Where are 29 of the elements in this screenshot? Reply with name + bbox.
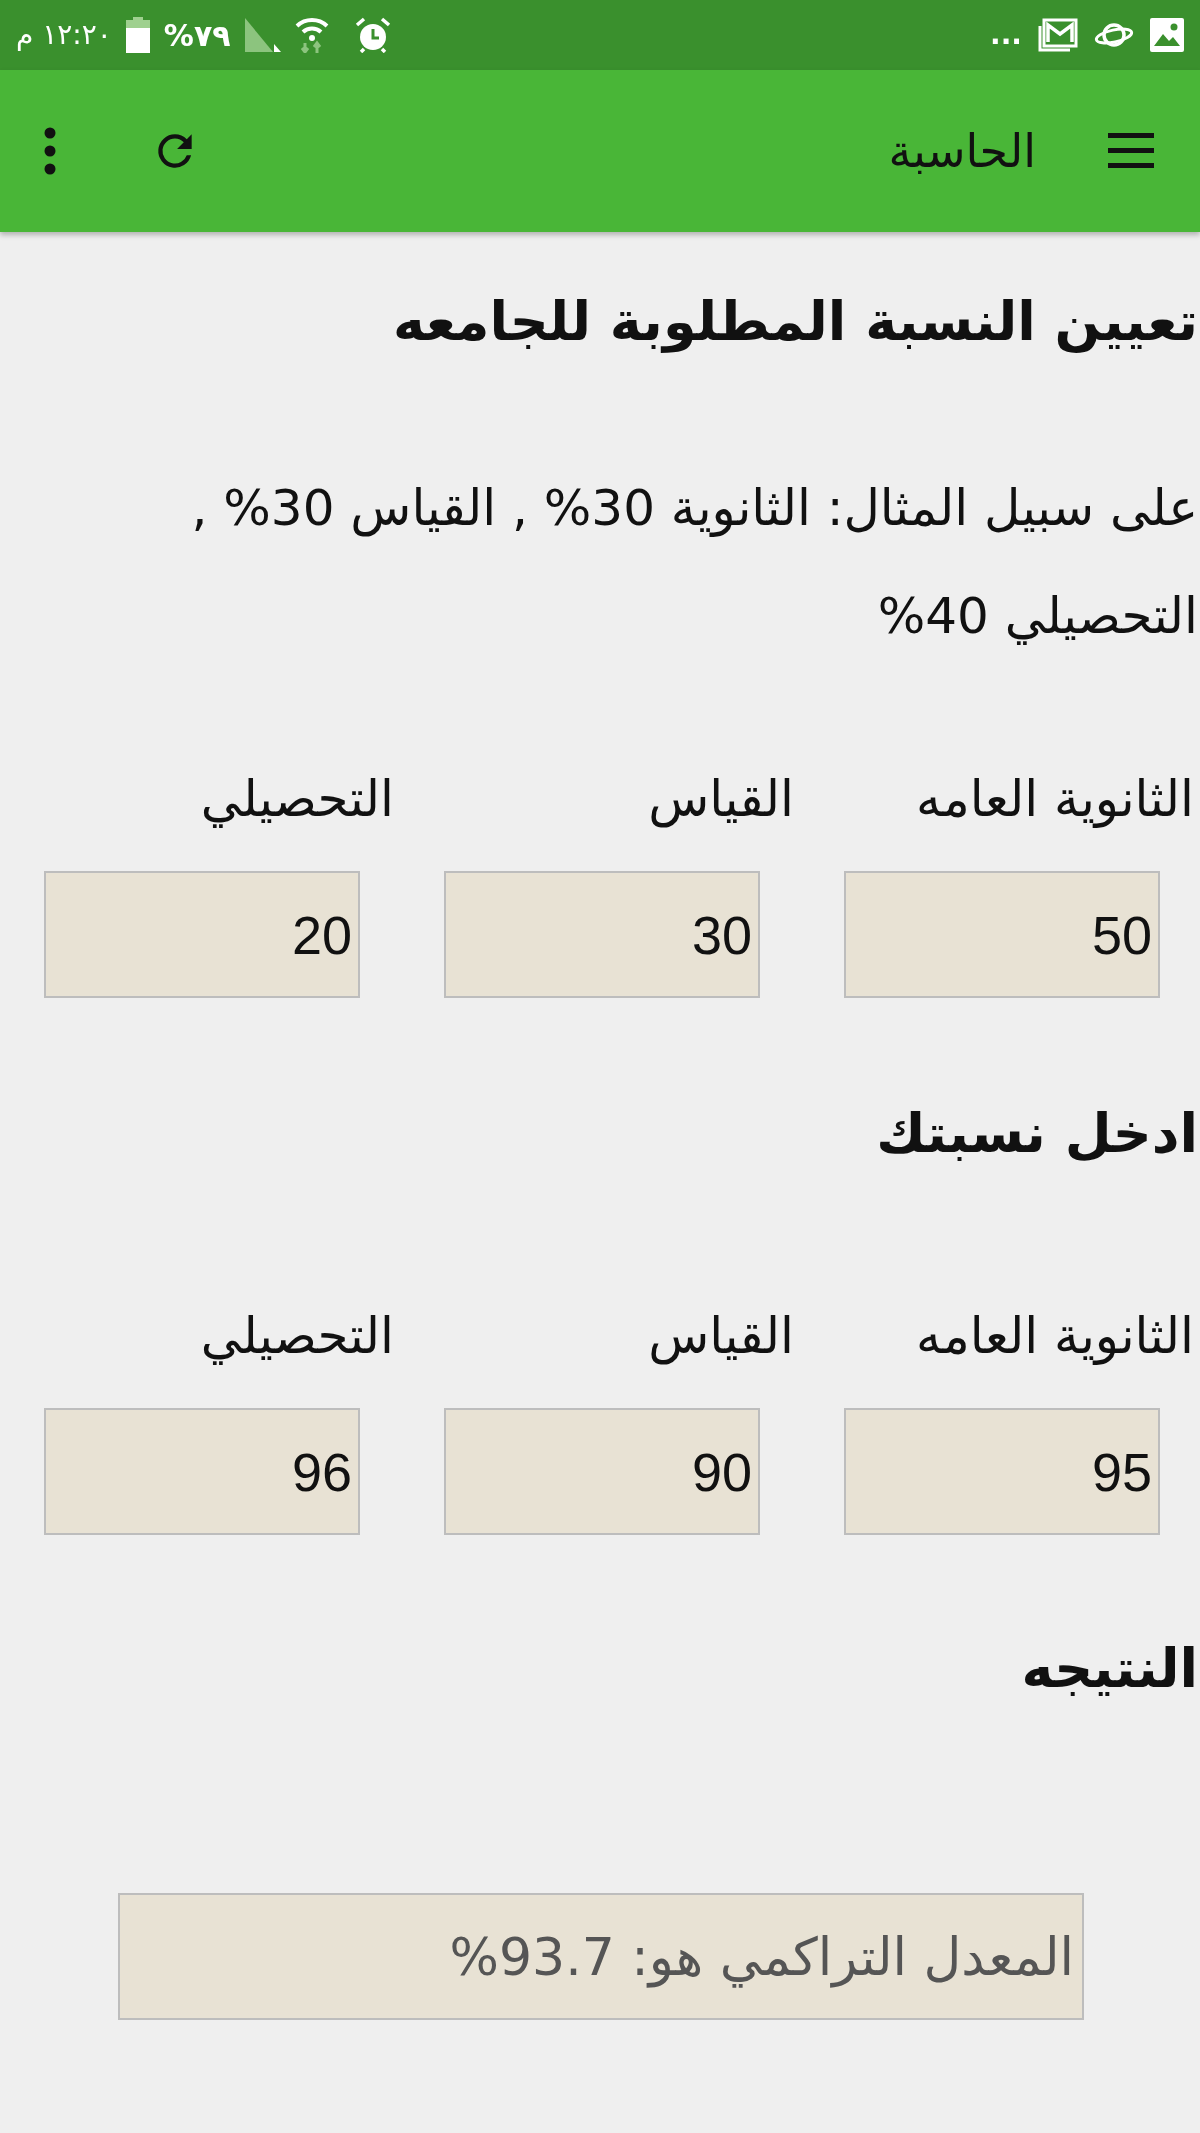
input-field[interactable]: 90	[444, 1408, 760, 1535]
field-label: الثانوية العامه	[916, 1307, 1194, 1365]
planet-icon	[1094, 20, 1134, 50]
input-field[interactable]: 20	[44, 871, 360, 998]
more-notifications-text: ...	[990, 17, 1022, 53]
result-field: المعدل التراكمي هو: 93.7%	[118, 1893, 1084, 2020]
field-label: التحصيلي	[200, 770, 394, 828]
battery-percentage: ٧٩%	[163, 16, 231, 55]
field-label: القياس	[648, 1307, 794, 1365]
section-heading: ادخل نسبتك	[876, 1102, 1198, 1165]
signal-icon	[244, 18, 281, 52]
field-label: القياس	[648, 770, 794, 828]
status-time: ١٢:٢٠ م	[16, 17, 112, 53]
input-field[interactable]: 96	[44, 1408, 360, 1535]
app-title: الحاسبة	[888, 122, 1036, 180]
section-heading: النتيجه	[1021, 1637, 1198, 1700]
battery-icon	[125, 17, 150, 53]
input-field[interactable]: 30	[444, 871, 760, 998]
field-label: الثانوية العامه	[916, 770, 1194, 828]
input-field[interactable]: 95	[844, 1408, 1160, 1535]
input-field[interactable]: 50	[844, 871, 1160, 998]
section-heading: تعيين النسبة المطلوبة للجامعه	[392, 290, 1198, 353]
alarm-clock-icon	[354, 17, 391, 53]
example-text: على سبيل المثال: الثانوية 30% , القياس 30% , التحصيلي 40%	[190, 478, 1199, 647]
wifi-icon	[294, 17, 329, 53]
field-label: التحصيلي	[200, 1307, 394, 1365]
image-icon	[1150, 18, 1184, 52]
menu-icon[interactable]	[1108, 133, 1154, 169]
mail-icon	[1038, 18, 1078, 52]
